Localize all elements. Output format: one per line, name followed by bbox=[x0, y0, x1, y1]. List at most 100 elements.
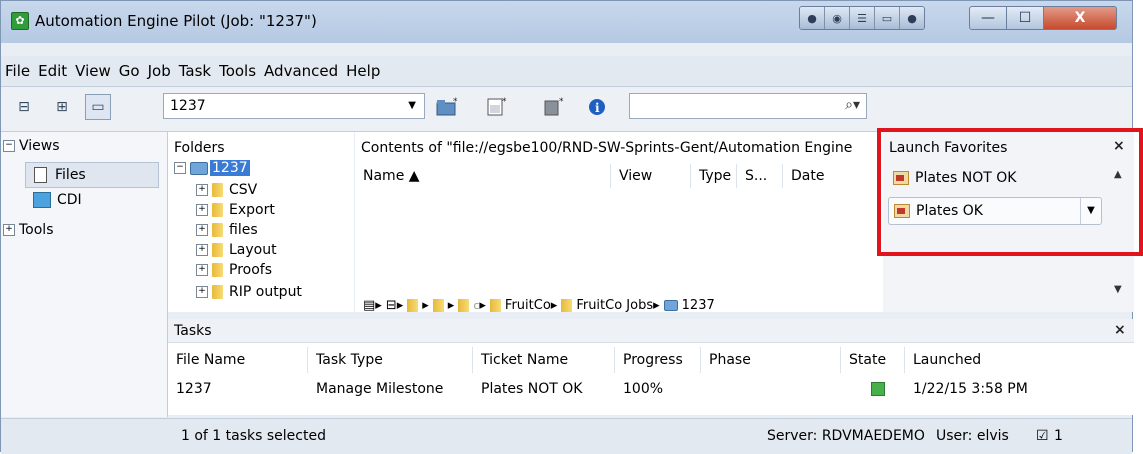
column-type[interactable]: Type bbox=[691, 164, 737, 188]
file-icon bbox=[34, 167, 47, 183]
folder-root-label: 1237 bbox=[210, 160, 250, 176]
info-icon[interactable]: i bbox=[587, 95, 607, 119]
maximize-button[interactable]: ☐ bbox=[1006, 6, 1044, 30]
user-status: User: elvis bbox=[936, 428, 1009, 444]
expand-icon[interactable]: + bbox=[196, 204, 208, 216]
menu-job[interactable]: Job bbox=[148, 62, 171, 80]
chevron-down-icon[interactable]: ▼ bbox=[408, 94, 416, 118]
panels-icon[interactable]: ☰ bbox=[850, 7, 875, 29]
column-date[interactable]: Date bbox=[783, 164, 883, 188]
new-folder-icon[interactable]: * bbox=[436, 95, 460, 119]
views-tree-header[interactable]: − Views bbox=[3, 138, 60, 154]
record-icon[interactable]: ● bbox=[800, 7, 825, 29]
menu-view[interactable]: View bbox=[75, 62, 111, 80]
network-icon[interactable]: ⊟ bbox=[386, 298, 397, 313]
checklist-icon[interactable]: ☑ bbox=[1036, 428, 1049, 444]
column-ticket-name[interactable]: Ticket Name bbox=[473, 347, 615, 373]
open-folder-icon[interactable] bbox=[663, 299, 678, 311]
expand-icon[interactable]: + bbox=[3, 224, 15, 236]
folder-label: Layout bbox=[229, 242, 277, 258]
folder-label: RIP output bbox=[229, 284, 302, 300]
folder-icon[interactable] bbox=[561, 298, 573, 312]
menu-bar: File Edit View Go Job Task Tools Advance… bbox=[1, 56, 1132, 87]
highlight-box bbox=[877, 128, 1143, 256]
collapse-icon[interactable]: − bbox=[174, 162, 186, 174]
folder-icon[interactable] bbox=[432, 298, 444, 312]
computer-icon[interactable]: ▤ bbox=[363, 298, 375, 313]
search-icon[interactable]: ⌕▾ bbox=[845, 97, 860, 113]
menu-task[interactable]: Task bbox=[179, 62, 211, 80]
folder-item[interactable]: + Export bbox=[196, 202, 275, 218]
chevron-right-icon[interactable]: ▸ bbox=[479, 298, 486, 313]
breadcrumb-fruitco[interactable]: FruitCo bbox=[505, 298, 551, 313]
column-progress[interactable]: Progress bbox=[615, 347, 701, 373]
menu-advanced[interactable]: Advanced bbox=[264, 62, 338, 80]
svg-text:*: * bbox=[453, 97, 458, 107]
folder-icon[interactable] bbox=[407, 298, 419, 312]
column-state[interactable]: State bbox=[841, 347, 905, 373]
new-item-icon[interactable]: * bbox=[543, 95, 567, 119]
views-label: Views bbox=[19, 138, 60, 154]
chevron-right-icon[interactable]: ▸ bbox=[551, 298, 558, 313]
new-file-icon[interactable]: * bbox=[486, 95, 510, 119]
folder-item[interactable]: + CSV bbox=[196, 182, 257, 198]
folder-label: Export bbox=[229, 202, 275, 218]
selection-status: 1 of 1 tasks selected bbox=[181, 428, 326, 444]
folder-item[interactable]: + files bbox=[196, 222, 258, 238]
column-phase[interactable]: Phase bbox=[701, 347, 841, 373]
view-item-cdi[interactable]: CDI bbox=[33, 192, 82, 208]
layout-single-icon[interactable]: ⊟ bbox=[11, 94, 37, 120]
eye-icon[interactable]: ◉ bbox=[825, 7, 850, 29]
folder-item[interactable]: + Layout bbox=[196, 242, 277, 258]
folder-icon[interactable] bbox=[489, 298, 501, 312]
chevron-right-icon[interactable]: ▸ bbox=[653, 298, 660, 313]
breadcrumb-fruitco-jobs[interactable]: FruitCo Jobs bbox=[576, 298, 653, 313]
chevron-right-icon[interactable]: ▸ bbox=[448, 298, 455, 313]
view-item-label: CDI bbox=[57, 192, 82, 208]
folder-icon bbox=[212, 285, 223, 299]
expand-icon[interactable]: + bbox=[196, 224, 208, 236]
divider bbox=[167, 132, 168, 417]
scroll-down-icon[interactable]: ▼ bbox=[1114, 284, 1122, 295]
expand-icon[interactable]: + bbox=[196, 286, 208, 298]
menu-tools[interactable]: Tools bbox=[219, 62, 256, 80]
menu-help[interactable]: Help bbox=[346, 62, 380, 80]
expand-icon[interactable]: + bbox=[196, 184, 208, 196]
tasks-close-icon[interactable]: × bbox=[1114, 322, 1126, 338]
chevron-right-icon[interactable]: ▸ bbox=[375, 298, 382, 313]
column-launched[interactable]: Launched bbox=[905, 347, 1134, 373]
menu-file[interactable]: File bbox=[5, 62, 30, 80]
menu-go[interactable]: Go bbox=[119, 62, 140, 80]
menu-edit[interactable]: Edit bbox=[38, 62, 67, 80]
folder-item[interactable]: + RIP output bbox=[196, 284, 302, 300]
expand-icon[interactable]: + bbox=[196, 244, 208, 256]
job-combo[interactable]: 1237 ▼ bbox=[163, 93, 425, 119]
tools-tree-header[interactable]: + Tools bbox=[3, 222, 54, 238]
minimize-button[interactable]: — bbox=[969, 6, 1007, 30]
tasks-pane: Tasks × File Name Task Type Ticket Name … bbox=[168, 319, 1134, 415]
column-name[interactable]: Name ▲ bbox=[355, 164, 611, 188]
chevron-right-icon[interactable]: ▸ bbox=[397, 298, 404, 313]
svg-text:i: i bbox=[595, 101, 600, 115]
search-input[interactable]: ⌕▾ bbox=[629, 93, 867, 119]
folder-icon[interactable] bbox=[458, 298, 470, 312]
chevron-right-icon[interactable]: ▸ bbox=[422, 298, 429, 313]
folder-root[interactable]: − 1237 bbox=[174, 160, 250, 176]
column-task-type[interactable]: Task Type bbox=[308, 347, 473, 373]
column-view[interactable]: View bbox=[611, 164, 691, 188]
column-file-name[interactable]: File Name bbox=[168, 347, 308, 373]
collapse-icon[interactable]: − bbox=[3, 140, 15, 152]
application-window: ✿ Automation Engine Pilot (Job: "1237") … bbox=[0, 0, 1143, 454]
expand-icon[interactable]: + bbox=[196, 264, 208, 276]
column-size[interactable]: S... bbox=[737, 164, 783, 188]
dot-icon[interactable]: ● bbox=[900, 7, 924, 29]
breadcrumb-job[interactable]: 1237 bbox=[682, 298, 715, 313]
folder-item[interactable]: + Proofs bbox=[196, 262, 272, 278]
view-item-files[interactable]: Files bbox=[25, 162, 159, 188]
tasks-header: Tasks bbox=[168, 319, 1134, 343]
layout-panel-icon[interactable]: ▭ bbox=[85, 94, 111, 120]
window-icon[interactable]: ▭ bbox=[875, 7, 900, 29]
close-button[interactable]: X bbox=[1043, 6, 1117, 30]
cell-ticket-name: Plates NOT OK bbox=[481, 381, 583, 397]
layout-grid-icon[interactable]: ⊞ bbox=[49, 94, 75, 120]
